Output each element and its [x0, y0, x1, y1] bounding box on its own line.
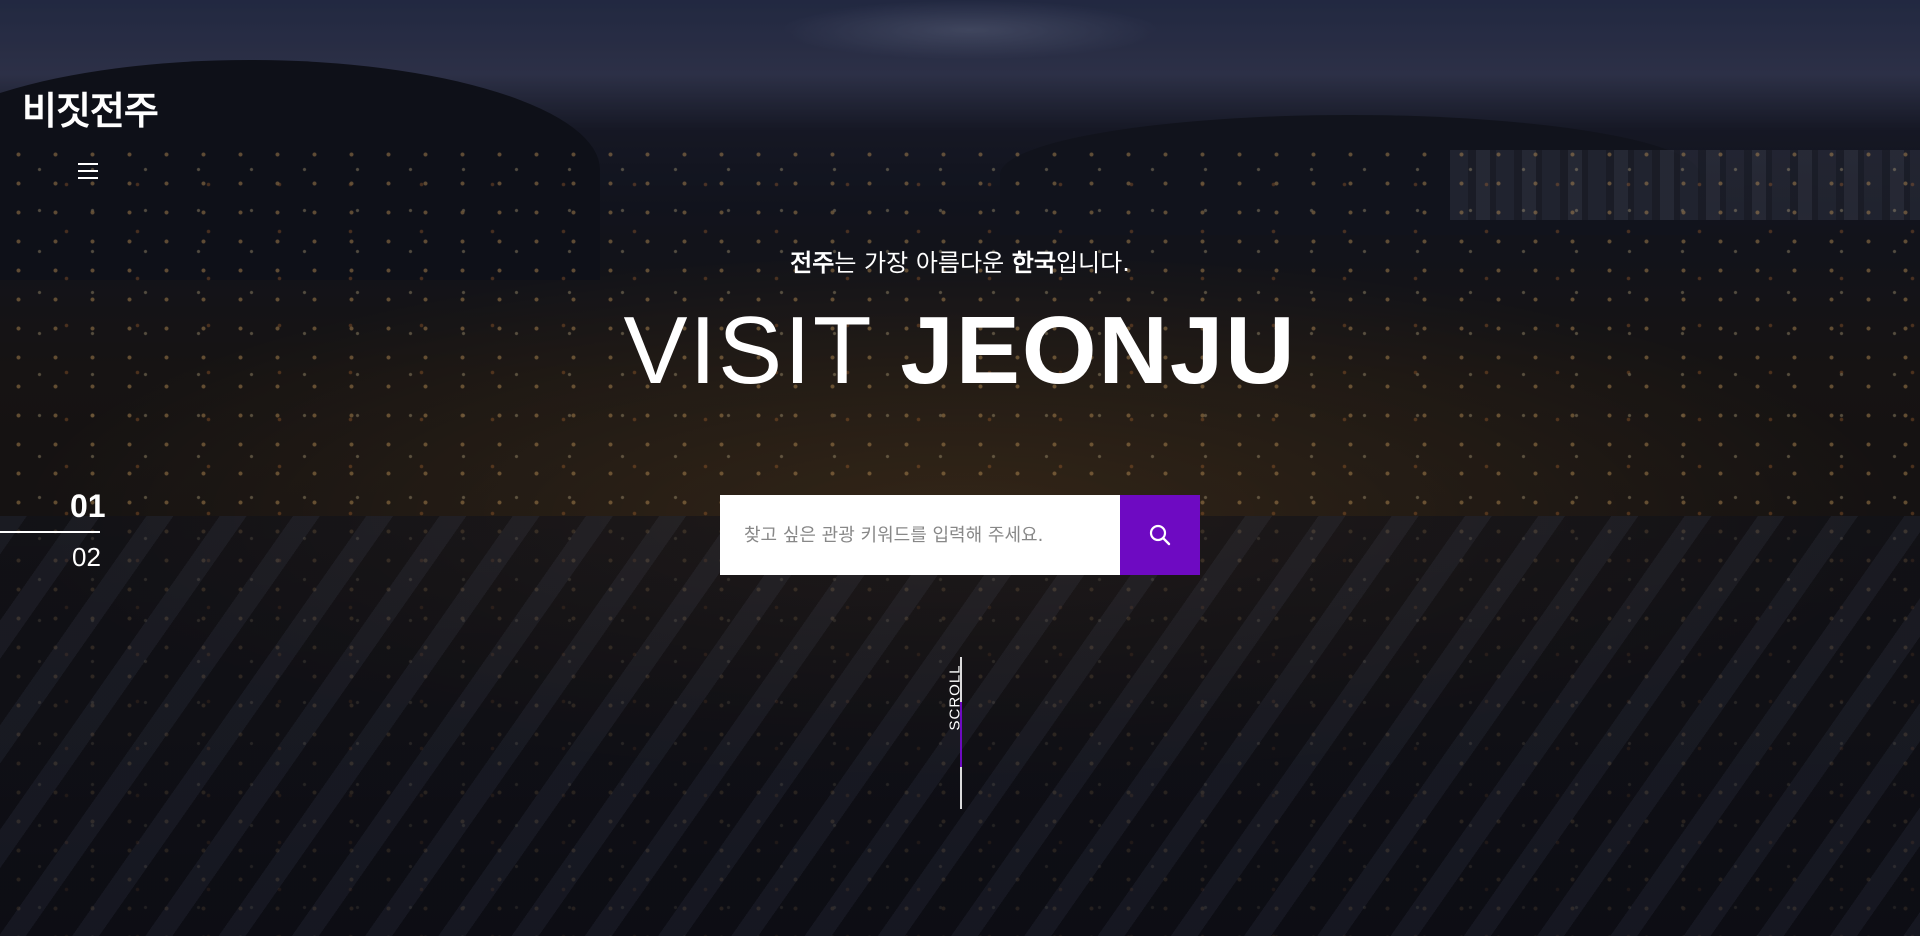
pager-next[interactable]: 02 — [72, 542, 101, 573]
title-visit: VISIT — [623, 297, 872, 404]
search-form — [720, 495, 1200, 575]
hamburger-menu-button[interactable] — [76, 161, 100, 181]
search-button[interactable] — [1120, 495, 1200, 575]
subtitle-bold-jeonju: 전주 — [790, 249, 835, 277]
title-jeonju: JEONJU — [900, 297, 1297, 404]
subtitle-text-end: 입니다. — [1055, 249, 1130, 277]
scroll-progress — [960, 702, 962, 767]
scroll-indicator[interactable]: SCROLL — [940, 655, 970, 810]
hero-title: VISIT JEONJU — [0, 296, 1920, 406]
search-input[interactable] — [720, 495, 1120, 575]
subtitle-bold-korea: 한국 — [1011, 249, 1056, 277]
pager-indicator-line — [0, 531, 100, 533]
hamburger-icon — [78, 163, 98, 165]
site-logo[interactable]: 비짓전주 — [22, 80, 159, 135]
subtitle-text: 는 가장 아름다운 — [834, 249, 1012, 277]
pager-current[interactable]: 01 — [70, 488, 106, 525]
scroll-line — [960, 657, 962, 809]
search-icon — [1149, 524, 1171, 546]
hero-subtitle: 전주는 가장 아름다운 한국입니다. — [0, 243, 1920, 278]
